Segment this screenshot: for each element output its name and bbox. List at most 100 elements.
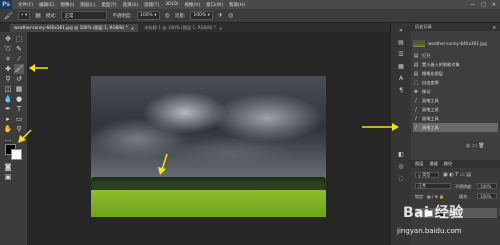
history-step-selected[interactable]: / 画笔工具 [413, 123, 498, 132]
paths-tab[interactable]: 路径 [444, 161, 452, 167]
tab-weather-document[interactable]: weather-sunny-640x361.jpg @ 100% (图层 1, … [10, 24, 139, 32]
minimize-button[interactable]: — [470, 2, 475, 8]
brush-preset-picker[interactable]: • ▾ [17, 11, 31, 20]
step-label: 移动 [422, 88, 431, 94]
maximize-button[interactable]: □ [481, 2, 486, 8]
layers-panel-icon[interactable]: ◧ [396, 151, 406, 159]
history-panel-title[interactable]: 历史记录 [415, 24, 432, 30]
healing-brush-tool-icon[interactable]: ✚ [3, 64, 13, 74]
pressure-size-icon[interactable]: ◎ [228, 12, 233, 19]
brush-tool-icon[interactable]: 🖌 [4, 12, 13, 20]
tab-untitled-document[interactable]: 未标题-1 @ 100% (图层 1, RGB/8) * × [140, 24, 226, 32]
history-step[interactable]: ▤ 置入嵌入的智能对象 [413, 60, 498, 69]
path-select-tool-icon[interactable]: ▸ [3, 114, 13, 124]
storm-landscape-image[interactable] [91, 76, 326, 217]
layers-tab[interactable]: 图层 [415, 161, 423, 167]
tab-label: 未标题-1 @ 100% (图层 1, RGB/8) * [144, 25, 216, 30]
character-panel-icon[interactable]: A [396, 75, 406, 83]
new-document-icon[interactable]: ▭ [472, 143, 477, 149]
step-label: 栅格化图层 [422, 70, 443, 76]
menu-type[interactable]: 类型(Y) [101, 2, 116, 8]
layer-opacity-label: 不透明度: [455, 184, 473, 189]
step-label: 画笔工具 [422, 124, 439, 130]
menu-view[interactable]: 视图(V) [185, 2, 201, 8]
screen-mode-icon[interactable]: ▣ [3, 172, 13, 182]
options-bar: 🖌 • ▾ ▤ 模式: 正常 不透明度: 100% ▾ ◎ 流量: 100% ▾… [0, 9, 500, 23]
eyedropper-tool-icon[interactable]: ⁄ [14, 54, 24, 64]
menu-help[interactable]: 帮助(H) [229, 2, 245, 8]
history-brush-tool-icon[interactable]: ↺ [14, 74, 24, 84]
history-step[interactable]: ▤ 栅格化图层 [413, 69, 498, 78]
crop-tool-icon[interactable]: ⌗ [3, 54, 13, 64]
layer-opacity-field[interactable]: 100% [477, 183, 497, 189]
properties-panel-icon[interactable]: ☰ [396, 51, 406, 59]
more-tools-icon[interactable]: … [3, 134, 13, 144]
pen-tool-icon[interactable]: ✒ [3, 104, 13, 114]
quick-mask-icon[interactable]: ◙ [3, 162, 13, 172]
annotation-arrow-color-swatch [18, 129, 32, 143]
lasso-tool-icon[interactable]: ➰ [3, 44, 13, 54]
clone-stamp-tool-icon[interactable]: ⚲ [3, 74, 13, 84]
tab-close-icon[interactable]: × [131, 26, 135, 31]
quick-select-tool-icon[interactable]: ✎ [14, 44, 24, 54]
history-step[interactable]: ✥ 移动 [413, 87, 498, 96]
history-step[interactable]: / 画笔工具 [413, 114, 498, 123]
flow-value: 100% [193, 13, 207, 18]
pressure-opacity-icon[interactable]: ◎ [165, 12, 170, 19]
menu-window[interactable]: 窗口(W) [206, 2, 223, 8]
background-color-swatch[interactable] [11, 149, 22, 160]
history-panel-icon[interactable]: ▤ [396, 39, 406, 47]
menu-edit[interactable]: 编辑(E) [39, 2, 54, 8]
history-snapshot[interactable]: weather-sunny-640x361.jpg [413, 39, 498, 48]
menu-3d[interactable]: 3D(D) [165, 2, 178, 7]
gradient-tool-icon[interactable]: ▦ [14, 84, 24, 94]
move-tool-icon[interactable]: ✥ [3, 34, 13, 44]
kind-label: 类型 [422, 172, 431, 177]
marquee-tool-icon[interactable]: ⬚ [14, 34, 24, 44]
menu-image[interactable]: 图像(I) [60, 2, 74, 8]
opacity-label: 不透明度: [112, 13, 132, 19]
new-snapshot-icon[interactable]: ◎ [466, 143, 470, 149]
blur-tool-icon[interactable]: 💧 [3, 94, 13, 104]
close-button[interactable]: ✕ [492, 2, 496, 8]
photoshop-logo: Ps [0, 0, 12, 9]
paragraph-panel-icon[interactable]: ¶ [396, 87, 406, 95]
fill-field[interactable]: 100% [477, 193, 497, 199]
tab-close-icon[interactable]: × [219, 26, 223, 31]
step-label: 自由变换 [422, 79, 439, 85]
brush-tool-icon[interactable]: 🖌 [14, 64, 24, 74]
opacity-field[interactable]: 100% ▾ [136, 11, 160, 20]
eraser-tool-icon[interactable]: ◫ [3, 84, 13, 94]
type-tool-icon[interactable]: T [14, 104, 24, 114]
paths-panel-icon[interactable]: ◌ [396, 175, 406, 183]
history-panel-header: 历史记录 ≡ [411, 23, 500, 31]
history-step[interactable]: / 画笔工具 [413, 96, 498, 105]
blend-mode-value: 正常 [418, 183, 426, 188]
shape-tool-icon[interactable]: ▭ [14, 114, 24, 124]
history-step[interactable]: ⬚ 自由变换 [413, 78, 498, 87]
channels-panel-icon[interactable]: ◎ [396, 163, 406, 171]
dodge-tool-icon[interactable]: ● [14, 94, 24, 104]
blend-mode-select[interactable]: 正常 [415, 183, 451, 189]
history-step[interactable]: ▤ 打开 [413, 51, 498, 60]
layer-filter-icons[interactable]: ▣ ◐ T ▭ ▤ [443, 172, 471, 178]
brush-panel-icon[interactable]: ▤ [35, 12, 41, 19]
airbrush-icon[interactable]: ✈ [218, 12, 223, 19]
menu-layer[interactable]: 图层(L) [80, 2, 95, 8]
delete-icon[interactable]: 🗑 [478, 143, 484, 149]
history-step[interactable]: / 画笔工具 [413, 105, 498, 114]
channels-tab[interactable]: 通道 [429, 161, 437, 167]
menu-file[interactable]: 文件(F) [18, 2, 33, 8]
kind-filter-select[interactable]: ⚲ 类型 [415, 172, 439, 178]
flow-field[interactable]: 100% ▾ [190, 11, 213, 20]
lock-icons[interactable]: ▦ / ✥ 🔒 [427, 194, 444, 199]
mode-select[interactable]: 正常 [61, 11, 108, 20]
hand-tool-icon[interactable]: ✋ [3, 124, 13, 134]
menu-select[interactable]: 选择(S) [123, 2, 138, 8]
menu-filter[interactable]: 滤镜(T) [144, 2, 159, 8]
fill-value: 100% [480, 193, 492, 199]
brush-panel-icon[interactable]: ▦ [396, 63, 406, 71]
layer-opacity-value: 100% [480, 183, 492, 189]
panel-menu-icon[interactable]: ≡ [492, 25, 496, 30]
panel-collapse-icon[interactable]: » [396, 27, 406, 35]
